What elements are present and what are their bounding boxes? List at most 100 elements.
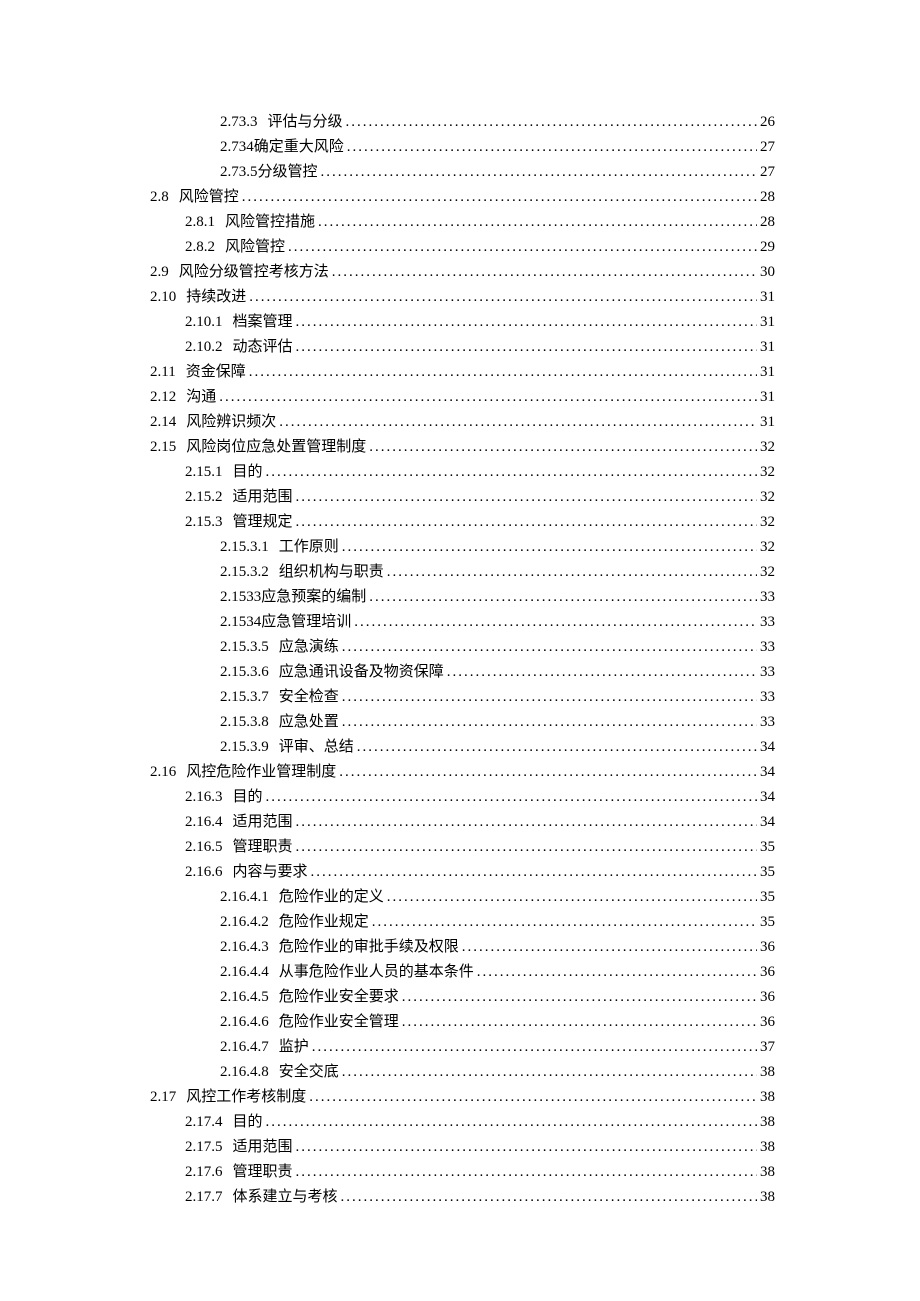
toc-title: 内容与要求	[233, 860, 308, 885]
toc-leader-dots	[339, 760, 757, 785]
toc-leader-dots	[249, 360, 757, 385]
toc-entry: 2.1534 应急管理培训33	[150, 610, 775, 635]
toc-title: 确定重大风险	[254, 135, 344, 160]
toc-page-number: 35	[760, 910, 775, 935]
toc-page-number: 28	[760, 185, 775, 210]
toc-page-number: 33	[760, 685, 775, 710]
toc-number: 2.8.1	[185, 210, 215, 235]
toc-entry: 2.15.2适用范围32	[150, 485, 775, 510]
toc-leader-dots	[296, 485, 757, 510]
toc-page-number: 34	[760, 810, 775, 835]
toc-title: 目的	[233, 1110, 263, 1135]
toc-page-number: 31	[760, 410, 775, 435]
toc-leader-dots	[318, 210, 757, 235]
toc-title: 体系建立与考核	[233, 1185, 338, 1210]
toc-title: 应急管理培训	[261, 610, 351, 635]
toc-number: 2.15.3.7	[220, 685, 269, 710]
toc-leader-dots	[342, 535, 757, 560]
toc-page: 2.73.3评估与分级262.734 确定重大风险272.73.5 分级管控27…	[0, 0, 920, 1210]
toc-number: 2.73.5	[220, 160, 258, 185]
toc-list: 2.73.3评估与分级262.734 确定重大风险272.73.5 分级管控27…	[150, 110, 775, 1210]
toc-number: 2.1534	[220, 610, 261, 635]
toc-number: 2.1533	[220, 585, 261, 610]
toc-title: 安全交底	[279, 1060, 339, 1085]
toc-title: 评审、总结	[279, 735, 354, 760]
toc-leader-dots	[402, 985, 757, 1010]
toc-page-number: 32	[760, 535, 775, 560]
toc-title: 安全检查	[279, 685, 339, 710]
toc-number: 2.17.4	[185, 1110, 223, 1135]
toc-page-number: 33	[760, 585, 775, 610]
toc-title: 危险作业的审批手续及权限	[279, 935, 459, 960]
toc-leader-dots	[402, 1010, 757, 1035]
toc-title: 风控工作考核制度	[186, 1085, 306, 1110]
toc-entry: 2.17.5 适用范围 38	[150, 1135, 775, 1160]
toc-leader-dots	[332, 260, 757, 285]
toc-title: 管理规定	[233, 510, 293, 535]
toc-entry: 2.15风险岗位应急处置管理制度32	[150, 435, 775, 460]
toc-entry: 2.15.3.1工作原则32	[150, 535, 775, 560]
toc-leader-dots	[266, 785, 757, 810]
toc-leader-dots	[477, 960, 757, 985]
toc-page-number: 35	[760, 885, 775, 910]
toc-entry: 2.15.3.9 评审、总结 34	[150, 735, 775, 760]
toc-page-number: 36	[760, 960, 775, 985]
toc-page-number: 31	[760, 335, 775, 360]
toc-leader-dots	[357, 735, 757, 760]
toc-entry: 2.17.6管理职责38	[150, 1160, 775, 1185]
toc-page-number: 38	[760, 1060, 775, 1085]
toc-number: 2.17.5	[185, 1135, 223, 1160]
toc-entry: 2.15.3.5应急演练33	[150, 635, 775, 660]
toc-number: 2.15.3	[185, 510, 223, 535]
toc-page-number: 32	[760, 560, 775, 585]
toc-page-number: 37	[760, 1035, 775, 1060]
toc-page-number: 33	[760, 635, 775, 660]
toc-number: 2.16.4.4	[220, 960, 269, 985]
toc-leader-dots	[249, 285, 757, 310]
toc-title: 管理职责	[233, 835, 293, 860]
toc-page-number: 29	[760, 235, 775, 260]
toc-title: 目的	[233, 785, 263, 810]
toc-entry: 2.73.3评估与分级26	[150, 110, 775, 135]
toc-page-number: 32	[760, 510, 775, 535]
toc-number: 2.16.4.1	[220, 885, 269, 910]
toc-title: 持续改进	[186, 285, 246, 310]
toc-entry: 2.16.4.6危险作业安全管理36	[150, 1010, 775, 1035]
toc-leader-dots	[288, 235, 757, 260]
toc-page-number: 38	[760, 1160, 775, 1185]
toc-title: 档案管理	[233, 310, 293, 335]
toc-leader-dots	[266, 1110, 757, 1135]
toc-entry: 2.15.3.6应急通讯设备及物资保障33	[150, 660, 775, 685]
toc-title: 适用范围	[233, 1135, 293, 1160]
toc-entry: 2.16.3目的34	[150, 785, 775, 810]
toc-number: 2.15.3.9	[220, 735, 269, 760]
toc-number: 2.17.7	[185, 1185, 223, 1210]
toc-number: 2.15.3.5	[220, 635, 269, 660]
toc-page-number: 32	[760, 460, 775, 485]
toc-leader-dots	[242, 185, 757, 210]
toc-page-number: 28	[760, 210, 775, 235]
toc-number: 2.15	[150, 435, 176, 460]
toc-leader-dots	[387, 885, 757, 910]
toc-page-number: 27	[760, 160, 775, 185]
toc-page-number: 38	[760, 1135, 775, 1160]
toc-number: 2.11	[150, 360, 176, 385]
toc-leader-dots	[296, 835, 757, 860]
toc-title: 风控危险作业管理制度	[186, 760, 336, 785]
toc-leader-dots	[462, 935, 757, 960]
toc-number: 2.17.6	[185, 1160, 223, 1185]
toc-title: 沟通	[186, 385, 216, 410]
toc-page-number: 35	[760, 835, 775, 860]
toc-leader-dots	[372, 910, 757, 935]
toc-entry: 2.16.4.2危险作业规定35	[150, 910, 775, 935]
toc-number: 2.15.3.2	[220, 560, 269, 585]
toc-title: 从事危险作业人员的基本条件	[279, 960, 474, 985]
toc-number: 2.10.2	[185, 335, 223, 360]
toc-entry: 2.15.1目的32	[150, 460, 775, 485]
toc-title: 风险管控	[179, 185, 239, 210]
toc-page-number: 34	[760, 735, 775, 760]
toc-leader-dots	[369, 435, 757, 460]
toc-leader-dots	[341, 1185, 757, 1210]
toc-entry: 2.16风控危险作业管理制度34	[150, 760, 775, 785]
toc-entry: 2.73.5 分级管控27	[150, 160, 775, 185]
